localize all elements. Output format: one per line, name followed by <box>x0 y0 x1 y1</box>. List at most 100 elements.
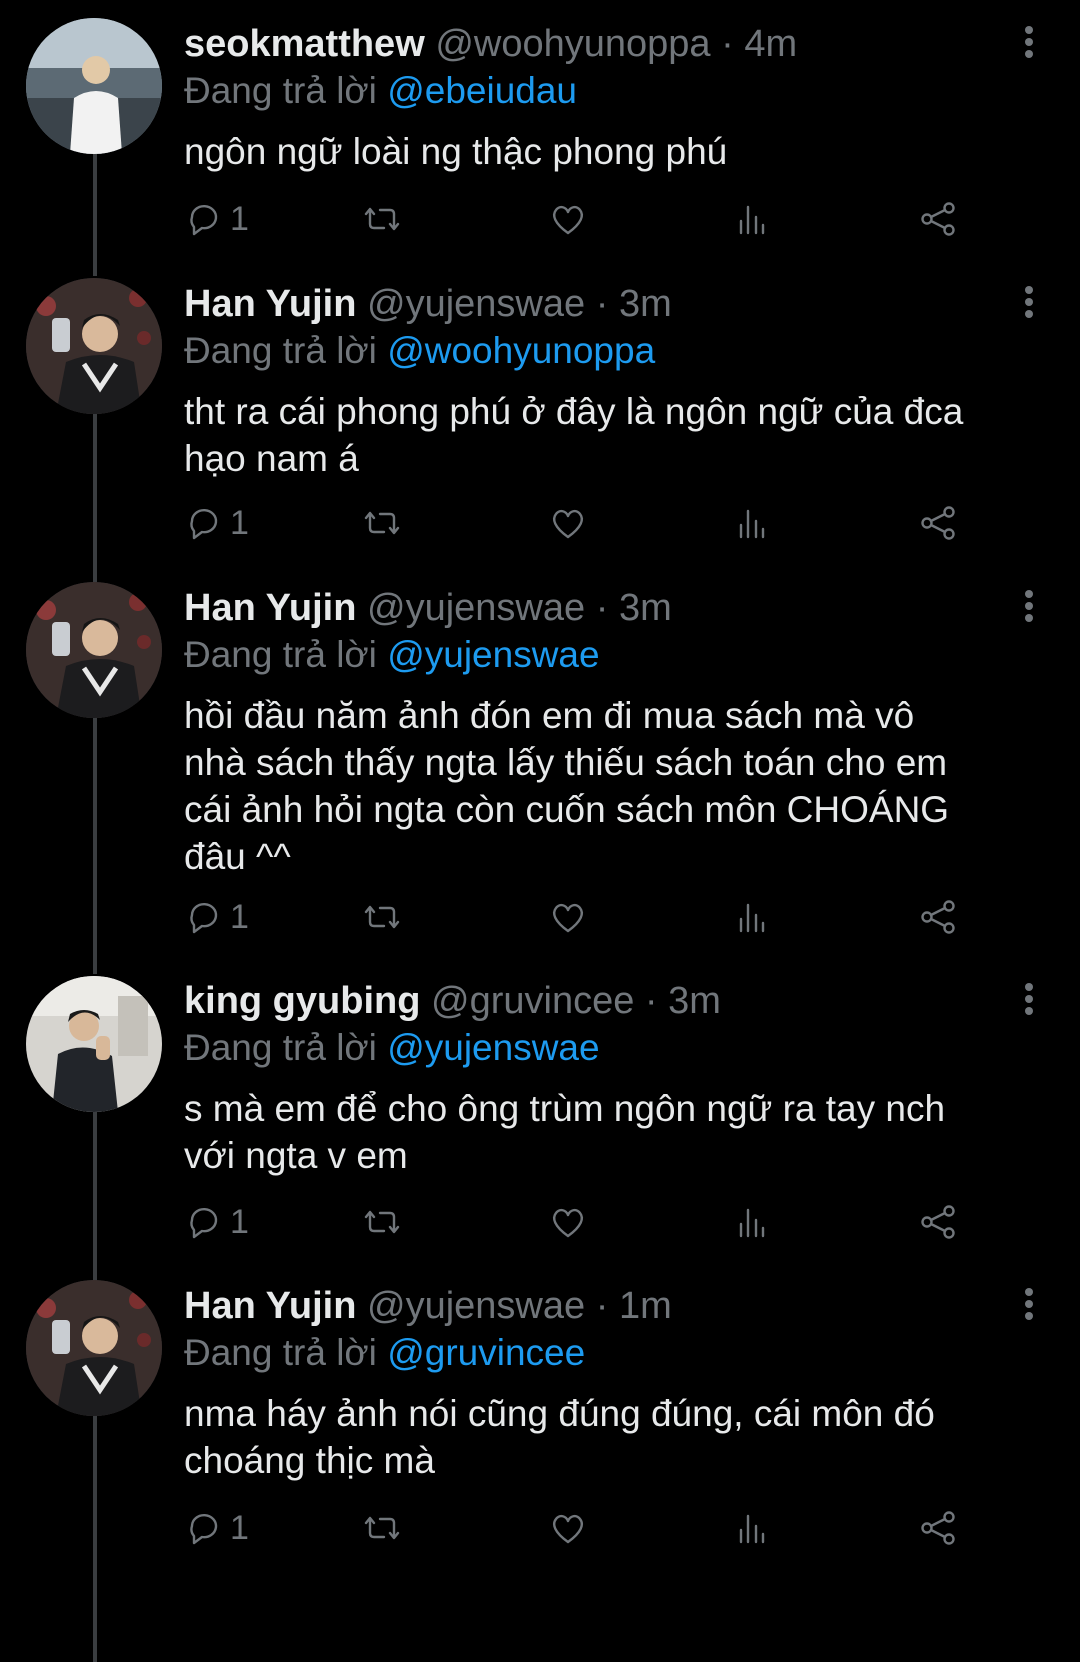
views-icon <box>739 1514 765 1544</box>
mention-link[interactable]: @yujenswae <box>387 634 599 675</box>
like-button[interactable] <box>548 196 588 242</box>
replying-to: Đang trả lời @ebeiudau <box>184 68 1040 114</box>
reply-thread: seokmatthew @woohyunoppa · 4m Đang trả l… <box>0 0 1080 1662</box>
like-icon <box>553 903 583 933</box>
timestamp[interactable]: 3m <box>619 283 672 325</box>
more-icon[interactable] <box>1016 20 1042 64</box>
replying-prefix: Đang trả lời <box>184 330 377 371</box>
avatar[interactable] <box>26 1280 162 1416</box>
timestamp[interactable]: 3m <box>619 587 672 629</box>
views-button[interactable] <box>732 1199 772 1245</box>
user-handle[interactable]: @yujenswae <box>367 283 585 325</box>
retweet-button[interactable] <box>362 500 402 546</box>
tweet[interactable]: Han Yujin @yujenswae · 3m Đang trả lời @… <box>0 580 1080 975</box>
views-icon <box>739 509 765 539</box>
share-button[interactable] <box>918 500 958 546</box>
retweet-icon <box>364 1516 400 1540</box>
display-name[interactable]: Han Yujin <box>184 1285 356 1327</box>
display-name[interactable]: king gyubing <box>184 980 420 1022</box>
user-handle[interactable]: @yujenswae <box>367 587 585 629</box>
views-button[interactable] <box>732 500 772 546</box>
timestamp[interactable]: 1m <box>619 1285 672 1327</box>
action-bar: 1 <box>184 500 1024 546</box>
tweet-text: s mà em để cho ông trùm ngôn ngữ ra tay … <box>184 1088 946 1176</box>
retweet-icon <box>364 1210 400 1234</box>
replying-to: Đang trả lời @yujenswae <box>184 1025 1040 1071</box>
avatar-image <box>26 18 162 154</box>
mention-link[interactable]: @ebeiudau <box>387 70 577 111</box>
like-icon <box>553 509 583 539</box>
mention-link[interactable]: @yujenswae <box>387 1027 599 1068</box>
retweet-button[interactable] <box>362 894 402 940</box>
reply-button[interactable]: 1 <box>184 1199 249 1245</box>
tweet[interactable]: king gyubing @gruvincee · 3m Đang trả lờ… <box>0 975 1080 1280</box>
tweet[interactable]: Han Yujin @yujenswae · 1m Đang trả lời @… <box>0 1280 1080 1662</box>
user-handle[interactable]: @woohyunoppa <box>435 23 710 65</box>
separator-dot: · <box>595 283 609 325</box>
display-name[interactable]: Han Yujin <box>184 587 356 629</box>
action-bar: 1 <box>184 894 1024 940</box>
reply-count: 1 <box>230 1202 249 1241</box>
display-name[interactable]: seokmatthew <box>184 23 425 65</box>
share-icon <box>921 202 955 236</box>
more-icon[interactable] <box>1016 977 1042 1021</box>
tweet-text: hồi đầu năm ảnh đón em đi mua sách mà vô… <box>184 695 950 877</box>
action-bar: 1 <box>184 196 1024 242</box>
avatar[interactable] <box>26 18 162 154</box>
views-button[interactable] <box>732 1505 772 1551</box>
reply-icon <box>190 508 218 540</box>
more-icon[interactable] <box>1016 1282 1042 1326</box>
avatar-image <box>26 976 162 1112</box>
share-button[interactable] <box>918 196 958 242</box>
share-button[interactable] <box>918 1505 958 1551</box>
reply-count: 1 <box>230 503 249 542</box>
reply-count: 1 <box>230 897 249 936</box>
avatar[interactable] <box>26 582 162 718</box>
separator-dot: · <box>595 1285 609 1327</box>
share-button[interactable] <box>918 1199 958 1245</box>
views-icon <box>739 205 765 235</box>
avatar-image <box>26 582 162 718</box>
views-icon <box>739 903 765 933</box>
like-button[interactable] <box>548 1505 588 1551</box>
reply-count: 1 <box>230 1508 249 1547</box>
share-icon <box>921 506 955 540</box>
more-icon[interactable] <box>1016 584 1042 628</box>
mention-link[interactable]: @woohyunoppa <box>387 330 655 371</box>
user-handle[interactable]: @gruvincee <box>431 980 634 1022</box>
share-button[interactable] <box>918 894 958 940</box>
replying-to: Đang trả lời @gruvincee <box>184 1330 1040 1376</box>
reply-button[interactable]: 1 <box>184 1505 249 1551</box>
display-name[interactable]: Han Yujin <box>184 283 356 325</box>
tweet[interactable]: Han Yujin @yujenswae · 3m Đang trả lời @… <box>0 270 1080 580</box>
avatar[interactable] <box>26 278 162 414</box>
like-button[interactable] <box>548 1199 588 1245</box>
reply-button[interactable]: 1 <box>184 500 249 546</box>
like-button[interactable] <box>548 894 588 940</box>
retweet-button[interactable] <box>362 196 402 242</box>
reply-icon <box>190 1513 218 1545</box>
timestamp[interactable]: 4m <box>744 23 797 65</box>
mention-link[interactable]: @gruvincee <box>387 1332 585 1373</box>
separator-dot: · <box>644 980 658 1022</box>
tweet-text: nma háy ảnh nói cũng đúng đúng, cái môn … <box>184 1393 935 1481</box>
user-handle[interactable]: @yujenswae <box>367 1285 585 1327</box>
more-icon[interactable] <box>1016 280 1042 324</box>
avatar[interactable] <box>26 976 162 1112</box>
like-icon <box>553 1208 583 1238</box>
replying-prefix: Đang trả lời <box>184 1027 377 1068</box>
views-button[interactable] <box>732 196 772 242</box>
like-button[interactable] <box>548 500 588 546</box>
replying-prefix: Đang trả lời <box>184 634 377 675</box>
views-button[interactable] <box>732 894 772 940</box>
tweet-text: ngôn ngữ loài ng thậc phong phú <box>184 131 728 172</box>
retweet-icon <box>364 905 400 929</box>
reply-icon <box>190 204 218 236</box>
retweet-button[interactable] <box>362 1505 402 1551</box>
reply-button[interactable]: 1 <box>184 196 249 242</box>
tweet[interactable]: seokmatthew @woohyunoppa · 4m Đang trả l… <box>0 0 1080 270</box>
reply-button[interactable]: 1 <box>184 894 249 940</box>
timestamp[interactable]: 3m <box>668 980 721 1022</box>
retweet-button[interactable] <box>362 1199 402 1245</box>
share-icon <box>921 1511 955 1545</box>
